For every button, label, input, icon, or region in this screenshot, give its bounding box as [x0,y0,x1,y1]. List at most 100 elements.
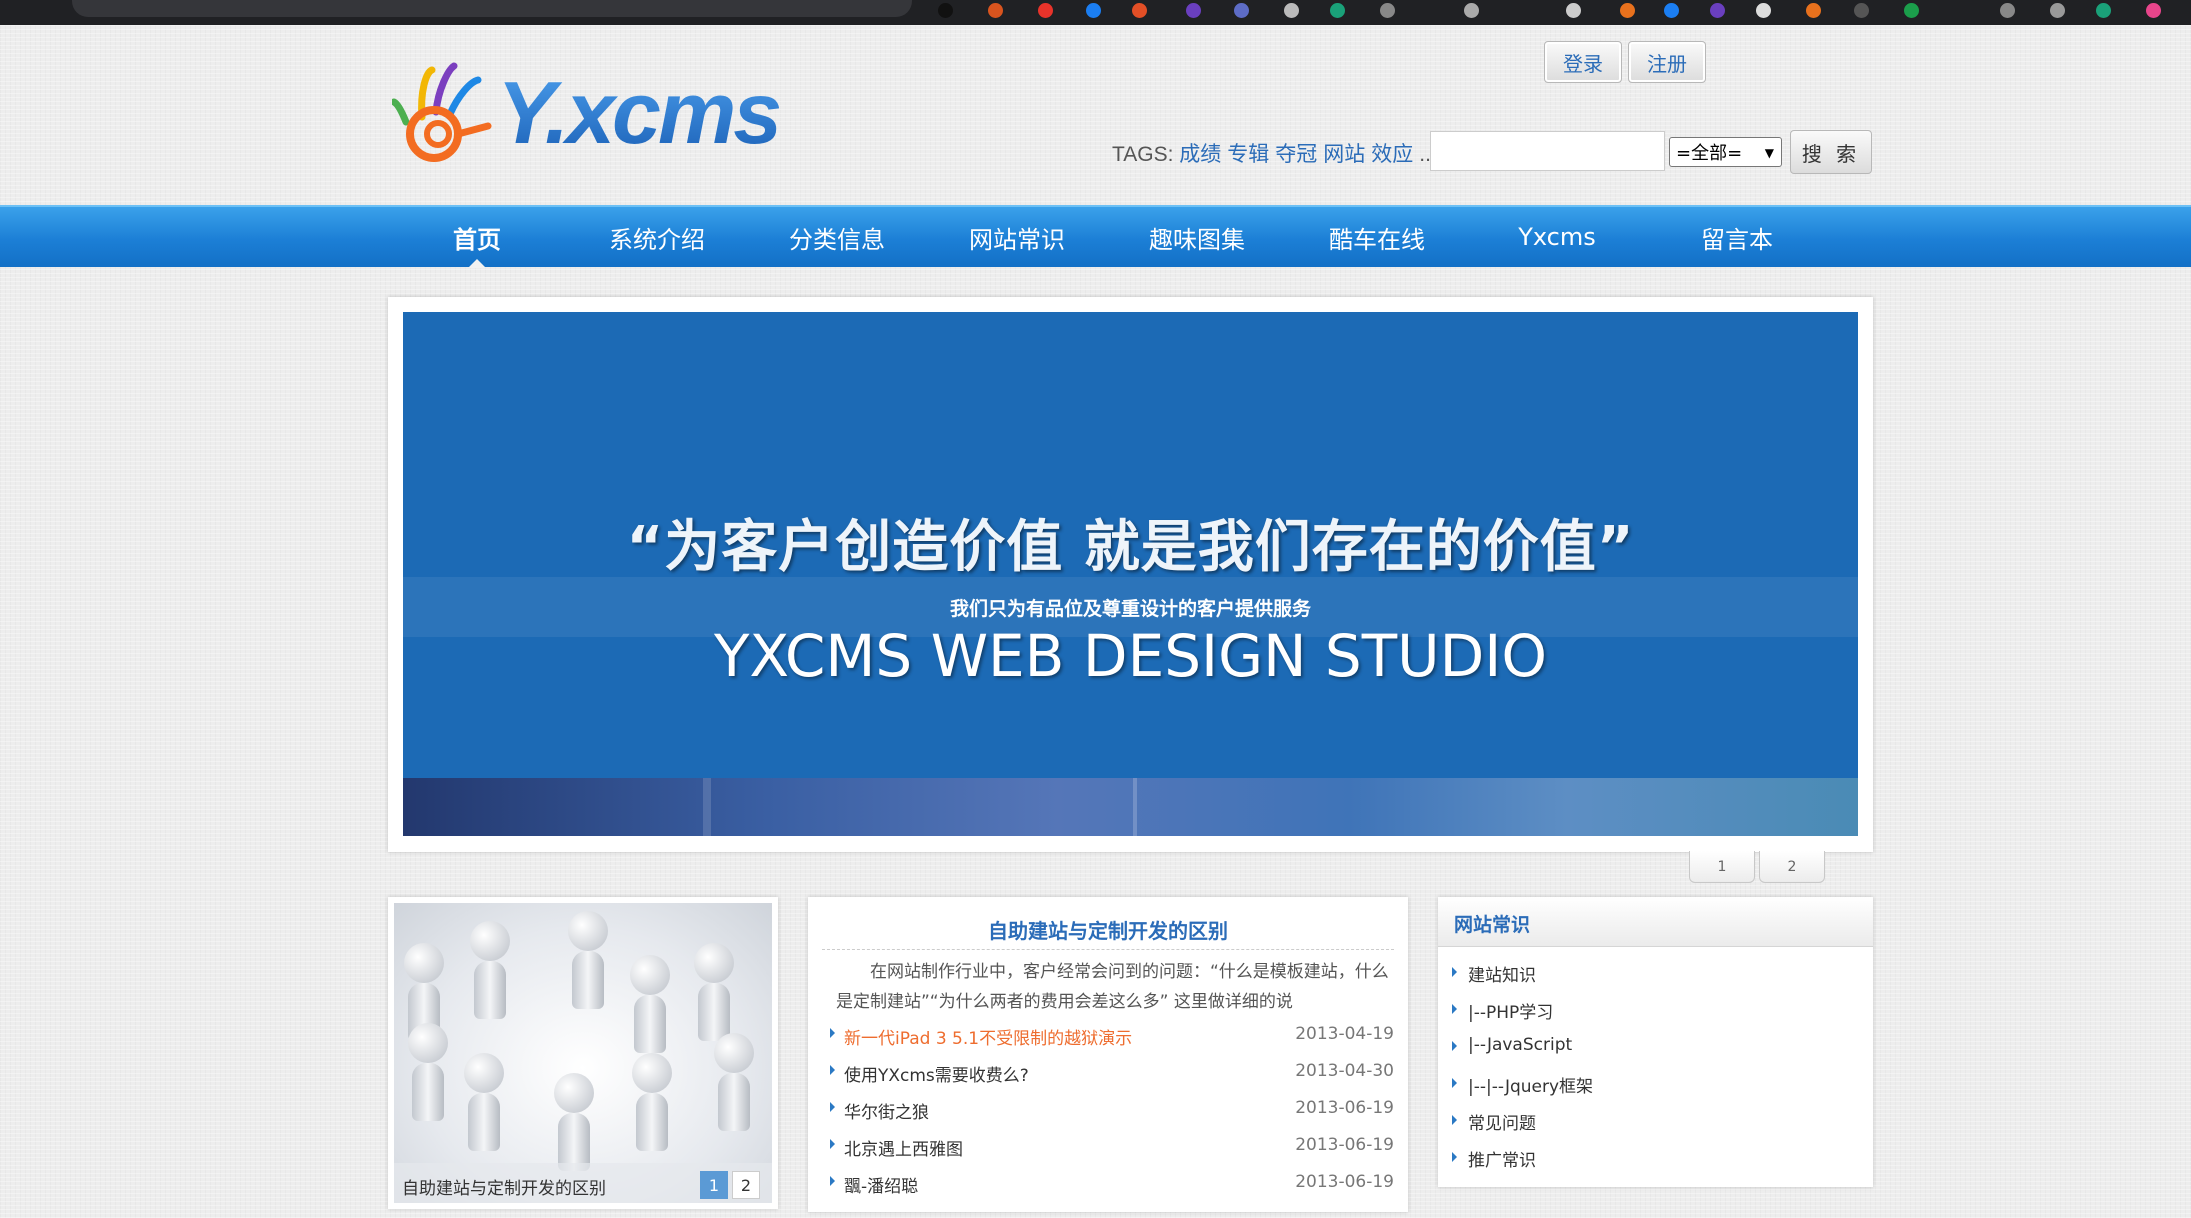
list-bullet-icon [1452,1004,1457,1014]
tag-link[interactable]: 专辑 [1227,143,1269,166]
extension-icon[interactable] [1806,3,1821,18]
nav-item-home[interactable]: 首页 [387,207,567,268]
site-logo[interactable]: Y.xcms [392,62,782,162]
extension-icon[interactable] [2050,3,2065,18]
extension-icon[interactable] [1904,3,1919,18]
tag-link[interactable]: 效应 [1371,143,1413,166]
news-list-item[interactable]: 使用YXcms需要收费么? 2013-04-30 [822,1059,1394,1087]
sidebar-item-label[interactable]: 推广常识 [1468,1146,1536,1171]
image-page-1[interactable]: 1 [700,1171,728,1199]
nav-item-classifieds[interactable]: 分类信息 [747,207,927,267]
featured-image[interactable] [394,903,772,1203]
extension-icon[interactable] [1464,3,1479,18]
tag-link[interactable]: 成绩 [1179,143,1221,166]
logo-hand-icon [392,62,492,162]
news-item-date: 2013-04-19 [1295,1024,1394,1044]
extension-icon[interactable] [2146,3,2161,18]
list-bullet-icon [830,1028,835,1038]
search-button[interactable]: 搜 索 [1790,130,1872,174]
sidebar-item[interactable]: 建站知识 [1452,959,1852,989]
news-list-item[interactable]: 新一代iPad 3 5.1不受限制的越狱演示 2013-04-19 [822,1022,1394,1050]
extension-icon[interactable] [1756,3,1771,18]
nav-item-knowledge[interactable]: 网站常识 [927,207,1107,267]
news-item-date: 2013-06-19 [1295,1098,1394,1118]
list-bullet-icon [830,1139,835,1149]
extension-icon[interactable] [1380,3,1395,18]
search-select-value: =全部= [1676,143,1743,164]
list-bullet-icon [830,1102,835,1112]
extension-icon[interactable] [938,3,953,18]
address-bar[interactable] [72,0,912,17]
nav-item-guestbook[interactable]: 留言本 [1647,207,1827,267]
featured-image-box: 自助建站与定制开发的区别 1 2 [388,897,778,1209]
news-box: 自助建站与定制开发的区别 在网站制作行业中，客户经常会问到的问题：“什么是模板建… [808,897,1408,1212]
sidebar-item[interactable]: |--|--Jquery框架 [1452,1070,1852,1100]
sidebar-item[interactable]: |--JavaScript [1452,1033,1852,1063]
extension-icon[interactable] [1710,3,1725,18]
sidebar-item[interactable]: 推广常识 [1452,1144,1852,1174]
extension-icon[interactable] [1620,3,1635,18]
sidebar-item-label[interactable]: |--JavaScript [1468,1035,1572,1055]
extension-icon[interactable] [1086,3,1101,18]
list-bullet-icon [830,1176,835,1186]
nav-item-gallery[interactable]: 趣味图集 [1107,207,1287,267]
list-bullet-icon [1452,1152,1457,1162]
list-bullet-icon [830,1065,835,1075]
list-bullet-icon [1452,1078,1457,1088]
login-button[interactable]: 登录 [1544,41,1622,83]
news-item-date: 2013-04-30 [1295,1061,1394,1081]
extension-icon[interactable] [1186,3,1201,18]
image-caption[interactable]: 自助建站与定制开发的区别 [402,1174,606,1199]
sidebar-item-label[interactable]: 建站知识 [1468,961,1536,986]
search-input[interactable] [1430,131,1665,171]
news-list-item[interactable]: 飁-潘绍聪 2013-06-19 [822,1170,1394,1198]
extension-icon[interactable] [1038,3,1053,18]
sidebar-title[interactable]: 网站常识 [1454,910,1530,937]
extension-icon[interactable] [1132,3,1147,18]
tag-link[interactable]: 夺冠 [1275,143,1317,166]
sidebar-header: 网站常识 [1438,897,1873,947]
news-item-title[interactable]: 北京遇上西雅图 [844,1135,963,1160]
nav-item-cars[interactable]: 酷车在线 [1287,207,1467,267]
browser-chrome [0,0,2191,25]
sidebar-item-label[interactable]: 常见问题 [1468,1109,1536,1134]
nav-item-about[interactable]: 系统介绍 [567,207,747,267]
sidebar-item-label[interactable]: |--|--Jquery框架 [1468,1072,1593,1097]
banner-page-1[interactable]: 1 [1689,851,1755,883]
extension-icon[interactable] [2000,3,2015,18]
extension-icon[interactable] [1566,3,1581,18]
list-bullet-icon [1452,1115,1457,1125]
category-sidebar: 网站常识 建站知识 |--PHP学习 |--JavaScript |--|--J… [1438,897,1873,1187]
extension-icon[interactable] [988,3,1003,18]
list-bullet-icon [1452,1041,1457,1051]
logo-wordmark: Y.xcms [497,63,782,162]
extension-icon[interactable] [1330,3,1345,18]
nav-item-yxcms[interactable]: Yxcms [1467,207,1647,267]
news-divider [822,949,1394,950]
news-headline[interactable]: 自助建站与定制开发的区别 [808,915,1408,944]
banner-subtitle: 我们只为有品位及尊重设计的客户提供服务 [949,598,1311,620]
news-item-title[interactable]: 新一代iPad 3 5.1不受限制的越狱演示 [844,1024,1132,1049]
sidebar-item-label[interactable]: |--PHP学习 [1468,998,1553,1023]
banner-image[interactable]: “为客户创造价值 就是我们存在的价值” 我们只为有品位及尊重设计的客户提供服务 … [403,312,1858,836]
tag-link[interactable]: 网站 [1323,143,1365,166]
news-list-item[interactable]: 北京遇上西雅图 2013-06-19 [822,1133,1394,1161]
news-list-item[interactable]: 华尔街之狼 2013-06-19 [822,1096,1394,1124]
news-item-title[interactable]: 使用YXcms需要收费么? [844,1061,1029,1086]
extension-icon[interactable] [1664,3,1679,18]
extension-icon[interactable] [1234,3,1249,18]
register-button[interactable]: 注册 [1628,41,1706,83]
extension-icon[interactable] [1284,3,1299,18]
news-item-title[interactable]: 飁-潘绍聪 [844,1172,918,1197]
search-category-select[interactable]: =全部= ▼ [1669,137,1782,167]
sidebar-item[interactable]: |--PHP学习 [1452,996,1852,1026]
news-item-title[interactable]: 华尔街之狼 [844,1098,929,1123]
banner-slider: “为客户创造价值 就是我们存在的价值” 我们只为有品位及尊重设计的客户提供服务 … [388,297,1873,852]
image-page-2[interactable]: 2 [732,1171,760,1199]
list-bullet-icon [1452,967,1457,977]
banner-page-2[interactable]: 2 [1759,851,1825,883]
extension-icon[interactable] [1854,3,1869,18]
search-select-caret-icon: ▼ [1764,146,1774,160]
extension-icon[interactable] [2096,3,2111,18]
sidebar-item[interactable]: 常见问题 [1452,1107,1852,1137]
